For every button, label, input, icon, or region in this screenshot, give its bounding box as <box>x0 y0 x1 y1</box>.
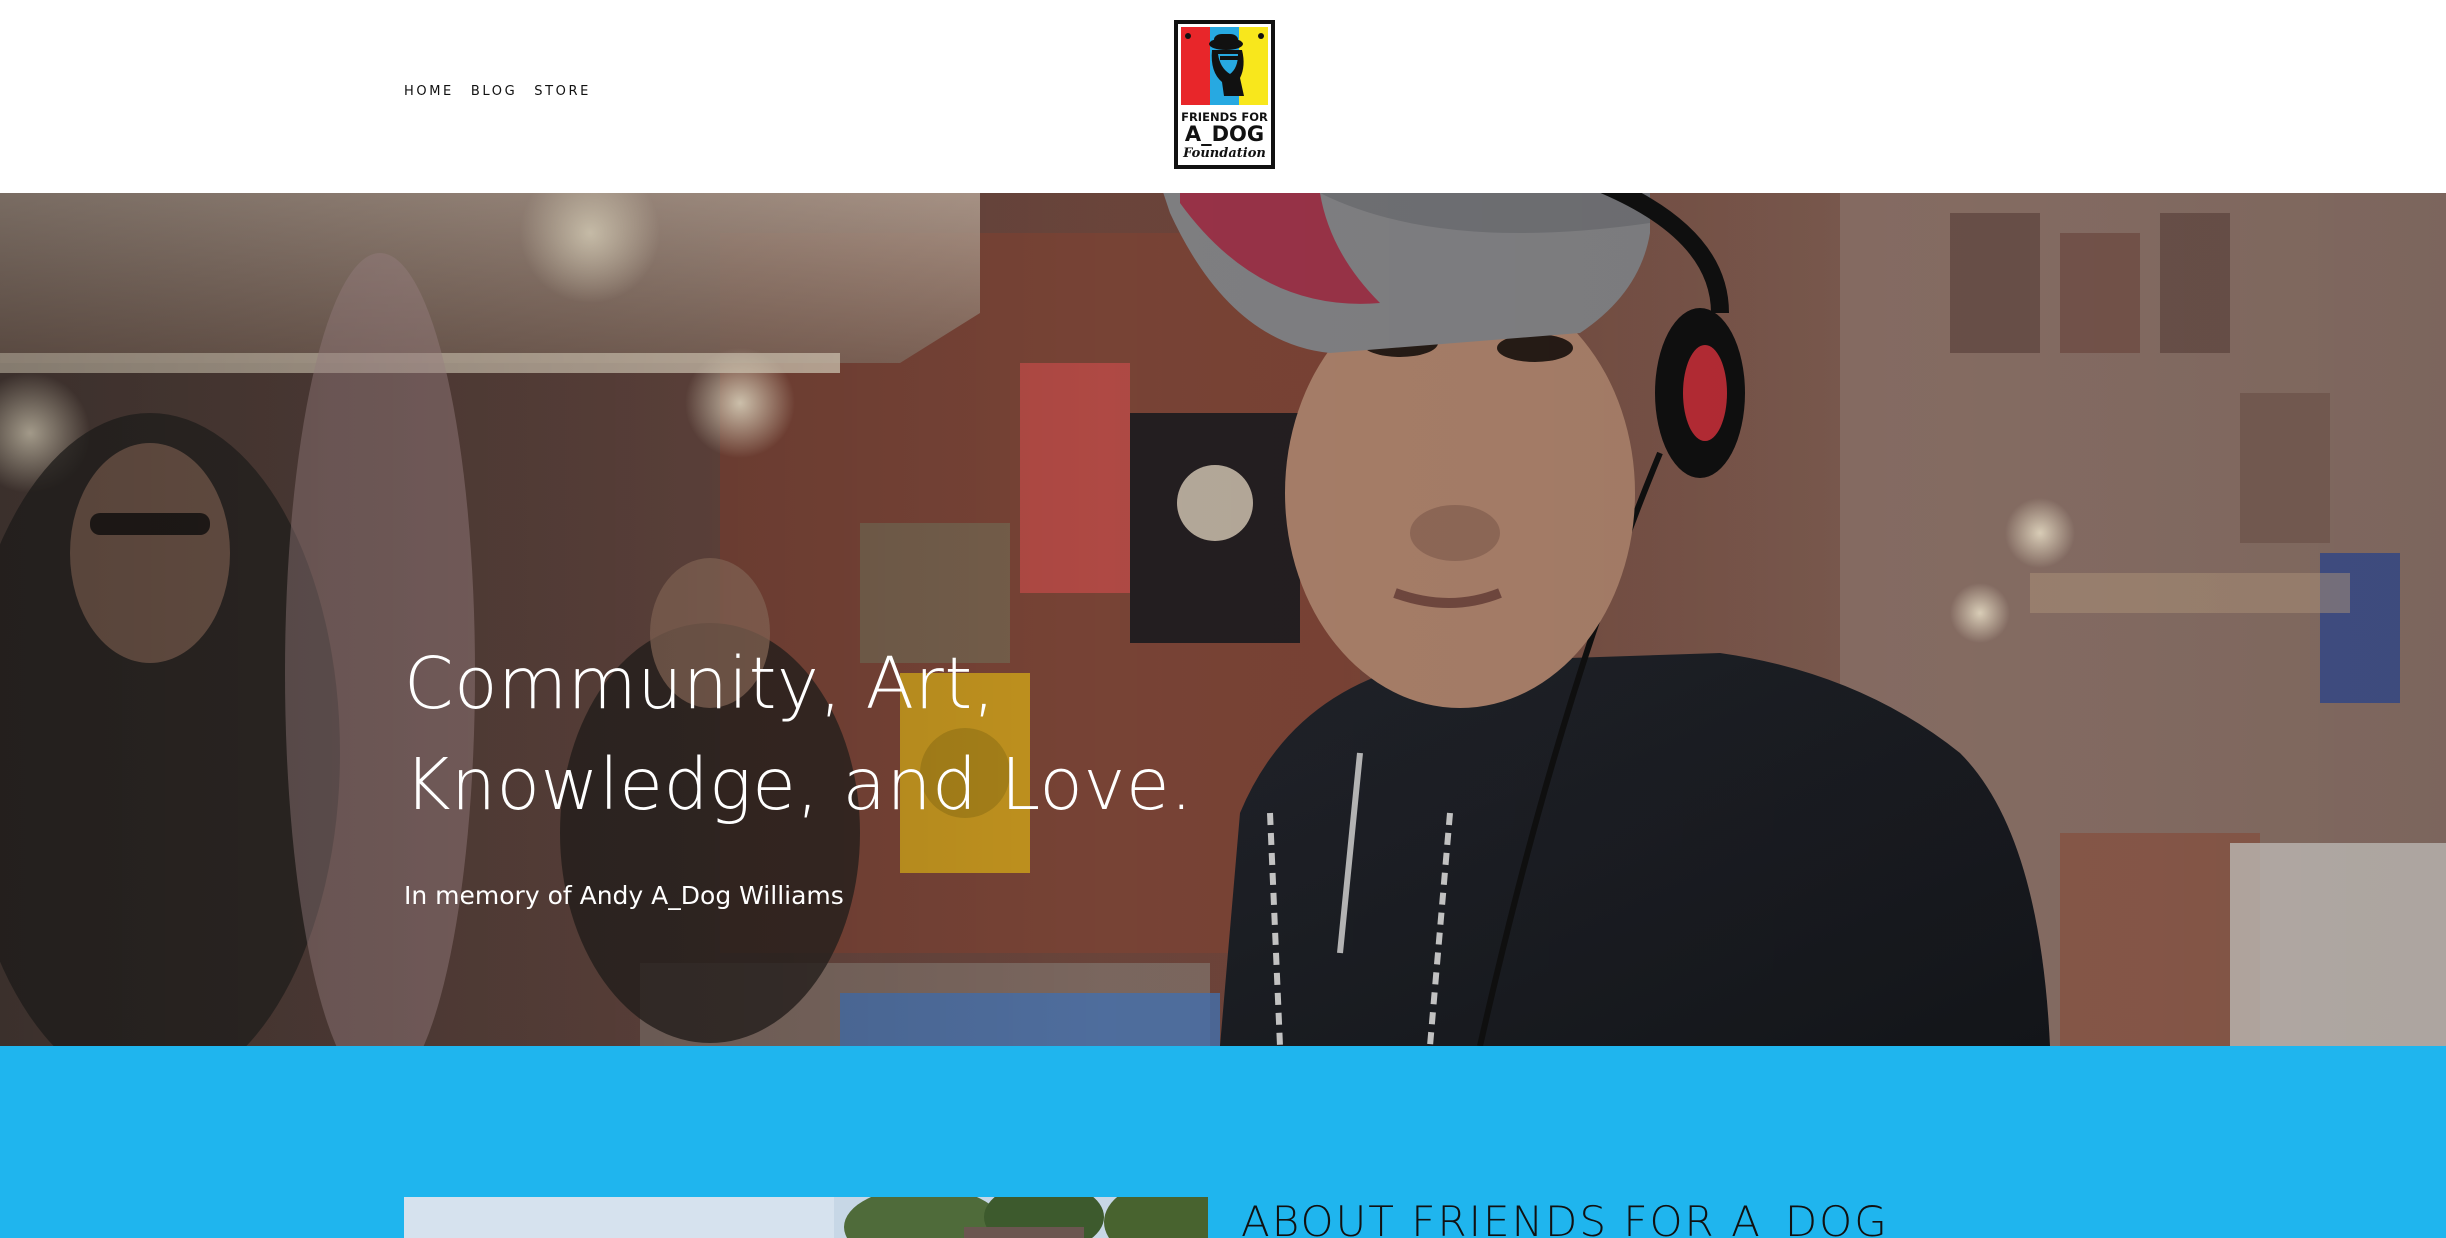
nav-home-link[interactable]: HOME <box>404 84 454 99</box>
logo-line-2: A_DOG <box>1185 122 1264 146</box>
hero-banner: Community, Art, Knowledge, and Love. In … <box>0 193 2446 1046</box>
main-nav: HOME BLOG STORE <box>404 84 591 99</box>
hero-title-line-1: Community, Art, <box>404 642 996 725</box>
hero-subtitle: In memory of Andy A_Dog Williams <box>404 881 844 910</box>
hero-title: Community, Art, Knowledge, and Love. <box>404 633 1304 835</box>
about-section: ABOUT FRIENDS FOR A_DOG <box>0 1046 2446 1238</box>
logo-line-3: Foundation <box>1182 146 1266 161</box>
logo-badge-icon: FRIENDS FOR A_DOG Foundation <box>1174 20 1275 169</box>
about-photo-image <box>404 1197 1208 1238</box>
nav-blog-link[interactable]: BLOG <box>471 84 517 99</box>
hero-title-line-2: Knowledge, and Love. <box>404 743 1194 826</box>
site-header: HOME BLOG STORE FRIENDS FOR A_DOG Founda… <box>0 0 2446 193</box>
about-heading: ABOUT FRIENDS FOR A_DOG <box>1241 1197 1889 1238</box>
about-photo <box>404 1197 1208 1238</box>
site-logo[interactable]: FRIENDS FOR A_DOG Foundation <box>1174 20 1275 169</box>
hero-background-photo <box>0 193 2446 1046</box>
nav-store-link[interactable]: STORE <box>534 84 591 99</box>
